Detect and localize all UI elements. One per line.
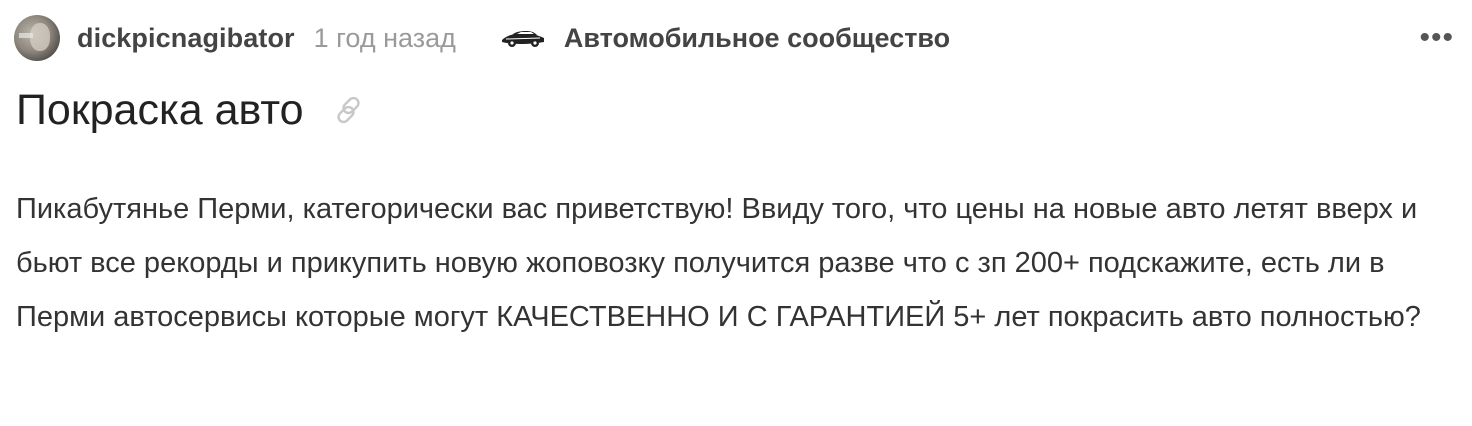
author-link[interactable]: dickpicnagibator [77,23,295,54]
post-title-row: Покраска авто [16,84,366,136]
community-link[interactable]: Автомобильное сообщество [564,23,950,54]
post-body: Пикабутянье Перми, категорически вас при… [16,193,1421,333]
avatar-image [30,23,50,51]
post-card: dickpicnagibator 1 год назад Автомобильн… [0,0,1472,426]
post-meta: dickpicnagibator 1 год назад Автомобильн… [14,14,1458,62]
avatar[interactable] [14,15,60,61]
post-title[interactable]: Покраска авто [16,84,304,136]
post-time[interactable]: 1 год назад [314,23,456,54]
avatar-caption-mark [19,33,33,38]
link-icon[interactable] [332,93,366,127]
more-dots-icon[interactable]: ••• [1419,23,1454,53]
car-icon[interactable] [500,26,546,50]
